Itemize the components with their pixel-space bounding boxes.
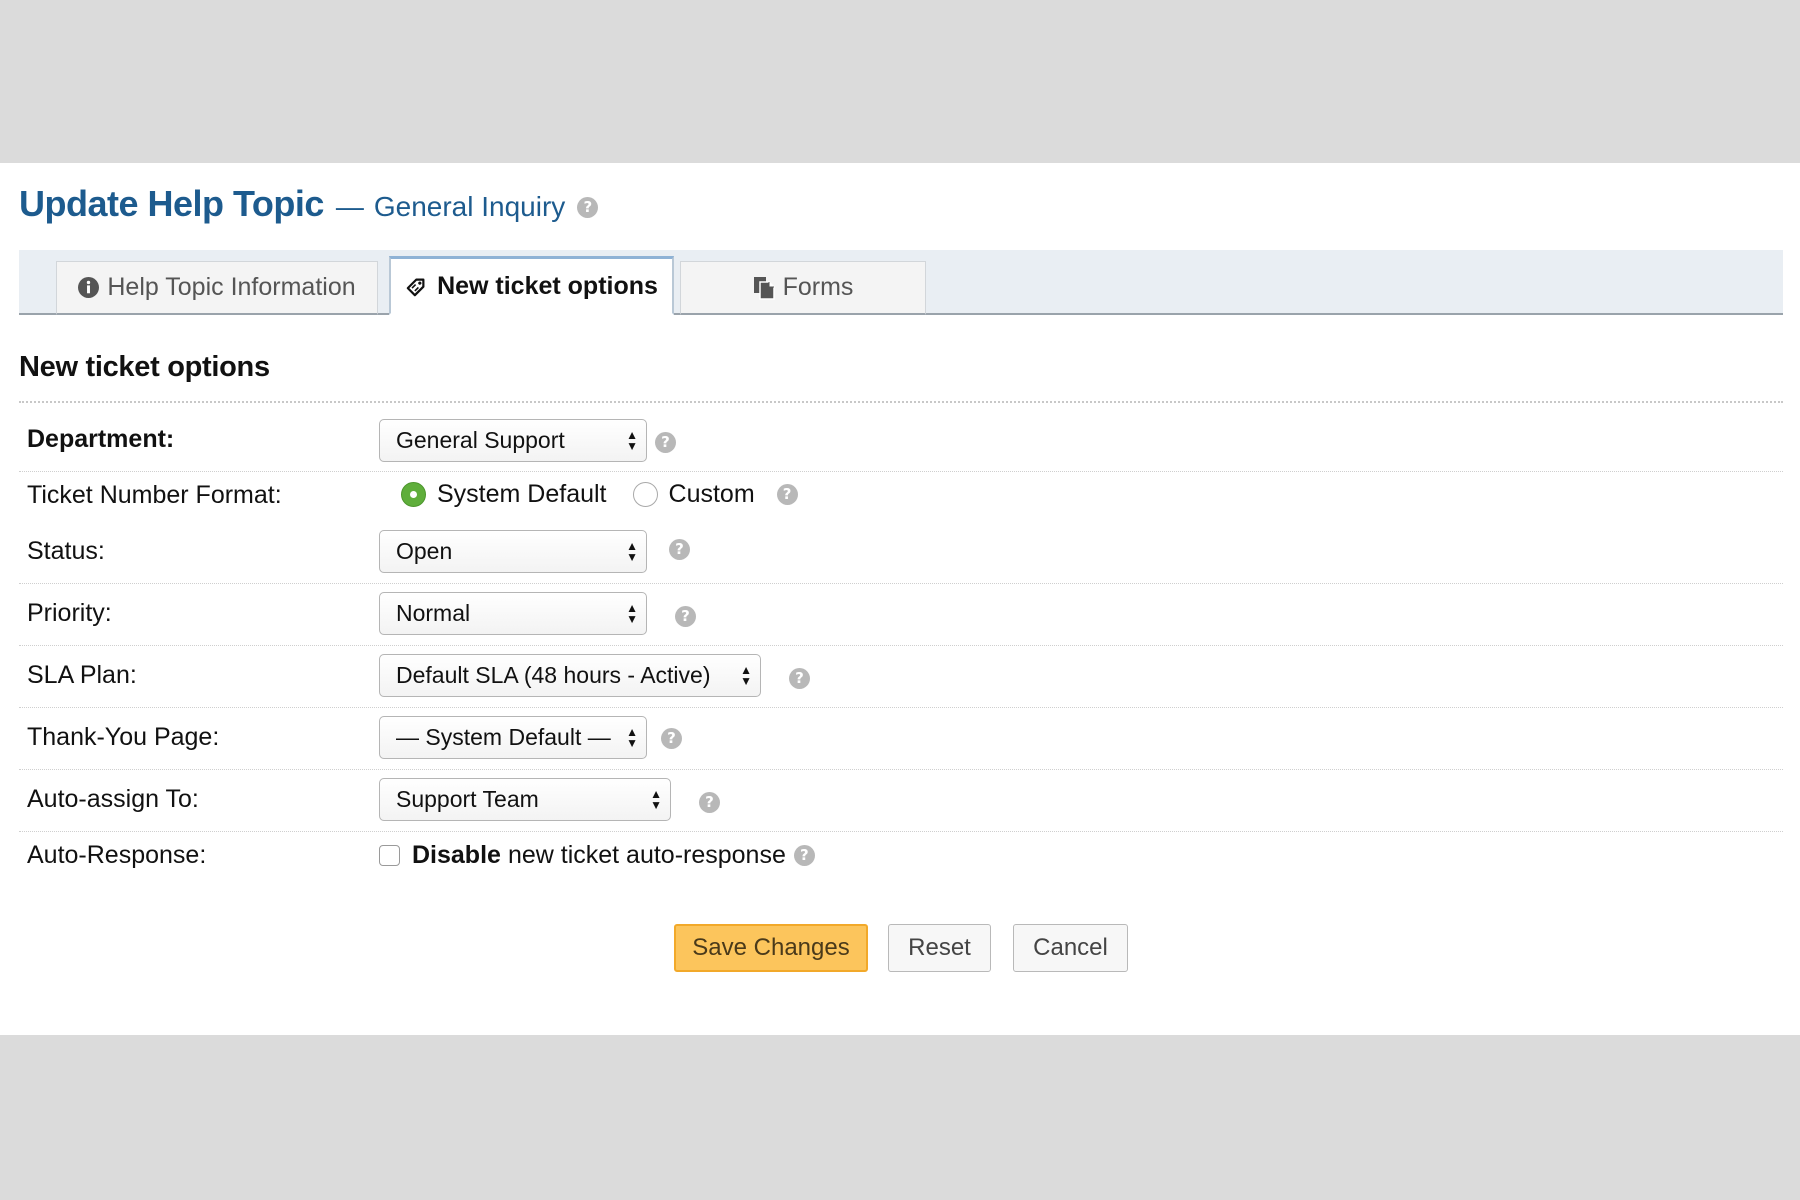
auto-assign-select[interactable]: Support Team ▲ ▼ [379,778,671,821]
select-arrows-icon: ▲ ▼ [626,427,638,453]
select-arrows-icon: ▲ ▼ [626,538,638,564]
auto-assign-label: Auto-assign To: [27,785,199,813]
department-control: General Support ▲ ▼ ? [379,419,676,462]
section-title: New ticket options [19,351,270,383]
sla-plan-label: SLA Plan: [27,661,137,689]
title-separator: — [335,191,364,222]
auto-assign-row: Auto-assign To: Support Team ▲ ▼ ? [19,770,1783,832]
status-row: Status: Open ▲ ▼ ? [19,524,1783,584]
help-icon[interactable]: ? [675,606,696,627]
status-control: Open ▲ ▼ ? [379,530,690,573]
tab-bar: Help Topic Information New ticket option… [19,250,1783,315]
priority-control: Normal ▲ ▼ ? [379,592,696,635]
help-icon[interactable]: ? [793,845,815,866]
help-icon[interactable]: ? [699,792,720,813]
department-label: Department: [27,425,175,453]
ticket-number-format-control: System Default Custom ? [379,480,798,509]
radio-custom[interactable] [632,482,658,507]
status-value: Open [396,538,453,564]
auto-assign-value: Support Team [396,786,539,812]
status-select[interactable]: Open ▲ ▼ [379,530,647,573]
thank-you-page-row: Thank-You Page: — System Default — ▲ ▼ ? [19,708,1783,770]
ticket-number-format-label: Ticket Number Format: [27,481,282,509]
page-subtitle: General Inquiry [373,191,566,222]
select-arrows-icon: ▲ ▼ [626,724,638,750]
page-title: Update Help Topic [19,183,324,224]
ticket-number-format-row: Ticket Number Format: System Default Cus… [19,476,1783,522]
radio-system-default-label: System Default [437,480,607,508]
help-icon[interactable]: ? [789,668,810,689]
department-row: Department: General Support ▲ ▼ ? [19,410,1783,472]
checkbox-label-bold: Disable [412,841,501,869]
save-changes-button[interactable]: Save Changes [674,924,868,972]
tab-label: New ticket options [437,271,658,300]
sla-plan-select[interactable]: Default SLA (48 hours - Active) ▲ ▼ [379,654,761,697]
form-panel: Update Help Topic — General Inquiry ? He… [0,163,1800,1035]
tab-forms[interactable]: Forms [680,261,926,315]
department-select[interactable]: General Support ▲ ▼ [379,419,647,462]
auto-response-control: Disable new ticket auto-response ? [379,841,815,870]
tab-help-topic-information[interactable]: Help Topic Information [56,261,378,315]
page-title-row: Update Help Topic — General Inquiry ? [19,183,599,233]
disable-auto-response-checkbox[interactable] [379,845,400,866]
section-divider [19,401,1783,403]
priority-row: Priority: Normal ▲ ▼ ? [19,584,1783,646]
tab-label: Help Topic Information [107,273,356,301]
thank-you-page-control: — System Default — ▲ ▼ ? [379,716,682,759]
select-arrows-icon: ▲ ▼ [740,662,752,688]
help-icon[interactable]: ? [655,432,676,453]
sla-plan-value: Default SLA (48 hours - Active) [396,662,711,688]
department-value: General Support [396,427,565,453]
radio-system-default[interactable] [401,482,426,507]
sla-plan-row: SLA Plan: Default SLA (48 hours - Active… [19,646,1783,708]
help-icon[interactable]: ? [577,197,599,218]
radio-custom-label: Custom [668,480,755,508]
checkbox-label-text: new ticket auto-response [507,841,786,869]
status-label: Status: [27,537,105,565]
tab-new-ticket-options[interactable]: New ticket options [389,256,674,315]
help-icon[interactable]: ? [776,484,798,505]
reset-button[interactable]: Reset [888,924,991,972]
thank-you-page-value: — System Default — [396,724,611,750]
tag-icon [405,275,429,297]
thank-you-page-select[interactable]: — System Default — ▲ ▼ [379,716,647,759]
priority-value: Normal [396,600,471,626]
tab-label: Forms [782,273,854,301]
info-circle-icon [78,277,100,298]
help-icon[interactable]: ? [669,539,690,560]
auto-assign-control: Support Team ▲ ▼ ? [379,778,720,821]
select-arrows-icon: ▲ ▼ [650,786,662,812]
cancel-button[interactable]: Cancel [1013,924,1128,972]
auto-response-label: Auto-Response: [27,841,207,869]
priority-select[interactable]: Normal ▲ ▼ [379,592,647,635]
sla-plan-control: Default SLA (48 hours - Active) ▲ ▼ ? [379,654,810,697]
copy-documents-icon [753,276,775,300]
help-icon[interactable]: ? [661,728,682,749]
thank-you-page-label: Thank-You Page: [27,723,220,751]
auto-response-row: Auto-Response: Disable new ticket auto-r… [19,833,1783,879]
priority-label: Priority: [27,599,112,627]
select-arrows-icon: ▲ ▼ [626,600,638,626]
